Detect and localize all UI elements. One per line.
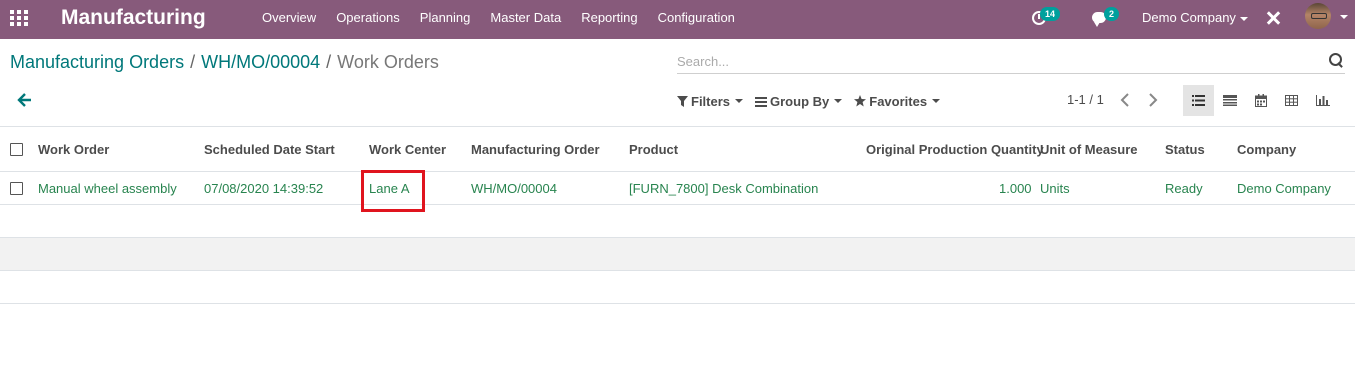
back-arrow-icon[interactable] xyxy=(17,92,35,110)
column-header-work-center[interactable]: Work Center xyxy=(369,142,446,157)
favorites-label: Favorites xyxy=(869,93,928,109)
group-by-button[interactable]: Group By xyxy=(755,93,843,109)
list-icon xyxy=(1192,95,1205,106)
cell-work-order: Manual wheel assembly xyxy=(38,181,177,196)
column-header-unit-of-measure[interactable]: Unit of Measure xyxy=(1040,142,1138,157)
breadcrumb-separator: / xyxy=(326,52,332,72)
chevron-down-icon xyxy=(1340,15,1348,19)
menu-master-data[interactable]: Master Data xyxy=(480,0,571,39)
column-header-work-order[interactable]: Work Order xyxy=(38,142,109,157)
cell-company: Demo Company xyxy=(1237,181,1331,196)
table-row[interactable]: Manual wheel assembly 07/08/2020 14:39:5… xyxy=(0,172,1355,205)
column-header-company[interactable]: Company xyxy=(1237,142,1296,157)
menu-planning[interactable]: Planning xyxy=(410,0,481,39)
breadcrumb: Manufacturing Orders / WH/MO/00004/Work Or… xyxy=(10,52,439,73)
column-header-scheduled-date-start[interactable]: Scheduled Date Start xyxy=(204,142,335,157)
top-navbar: Manufacturing Overview Operations Planni… xyxy=(0,0,1355,39)
filters-label: Filters xyxy=(691,93,731,109)
pager-previous-icon[interactable] xyxy=(1119,92,1133,108)
highlight-box xyxy=(361,170,425,212)
chevron-down-icon xyxy=(735,99,744,103)
chevron-down-icon xyxy=(932,99,941,103)
breadcrumb-mo[interactable]: WH/MO/00004 xyxy=(201,52,320,72)
filter-icon xyxy=(677,95,688,107)
row-checkbox[interactable] xyxy=(10,182,23,195)
empty-row xyxy=(0,271,1355,304)
calendar-view-button[interactable] xyxy=(1245,85,1276,116)
search-bar xyxy=(677,49,1345,74)
search-input[interactable] xyxy=(677,51,1307,71)
menu-reporting[interactable]: Reporting xyxy=(571,0,647,39)
work-orders-list: Work Order Scheduled Date Start Work Cen… xyxy=(0,126,1355,304)
pager-value[interactable]: 1-1 / 1 xyxy=(1067,92,1104,107)
avatar xyxy=(1305,3,1331,29)
gantt-view-button[interactable] xyxy=(1214,85,1245,116)
column-header-product[interactable]: Product xyxy=(629,142,678,157)
menu-overview[interactable]: Overview xyxy=(252,0,326,39)
chevron-down-icon xyxy=(1239,16,1248,21)
menu-operations[interactable]: Operations xyxy=(326,0,410,39)
search-options: Filters Group By Favorites xyxy=(677,92,952,110)
list-view-button[interactable] xyxy=(1183,85,1214,116)
breadcrumb-manufacturing-orders[interactable]: Manufacturing Orders xyxy=(10,52,184,72)
page-title: Work Orders xyxy=(337,52,439,72)
app-title[interactable]: Manufacturing xyxy=(61,4,206,32)
cell-original-production-quantity: 1.000 xyxy=(999,181,1032,196)
chevron-down-icon xyxy=(834,99,843,103)
activity-button[interactable]: 14 xyxy=(1032,7,1064,29)
debug-tools-icon[interactable] xyxy=(1265,10,1281,26)
column-header-manufacturing-order[interactable]: Manufacturing Order xyxy=(471,142,600,157)
favorites-button[interactable]: Favorites xyxy=(854,93,941,109)
group-by-label: Group By xyxy=(770,93,830,109)
pager-next-icon[interactable] xyxy=(1147,92,1161,108)
filters-button[interactable]: Filters xyxy=(677,93,744,109)
company-name: Demo Company xyxy=(1142,10,1236,25)
cell-manufacturing-order: WH/MO/00004 xyxy=(471,181,557,196)
messaging-button[interactable]: 2 xyxy=(1092,7,1124,29)
cell-status: Ready xyxy=(1165,181,1203,196)
table-header: Work Order Scheduled Date Start Work Cen… xyxy=(0,126,1355,172)
menu-configuration[interactable]: Configuration xyxy=(648,0,745,39)
cell-product: [FURN_7800] Desk Combination xyxy=(629,181,819,196)
gantt-icon xyxy=(1222,95,1237,106)
bars-icon xyxy=(755,96,768,107)
bar-chart-icon xyxy=(1315,95,1330,106)
column-header-original-production-quantity[interactable]: Original Production Quantity xyxy=(866,142,1044,157)
search-icon[interactable] xyxy=(1329,53,1343,67)
message-count-badge: 2 xyxy=(1104,7,1120,21)
table-icon xyxy=(1285,95,1298,106)
calendar-icon xyxy=(1254,94,1267,107)
graph-view-button[interactable] xyxy=(1307,85,1338,116)
apps-menu-icon[interactable] xyxy=(10,10,28,26)
empty-row xyxy=(0,238,1355,271)
user-menu[interactable] xyxy=(1305,3,1350,33)
cell-unit-of-measure: Units xyxy=(1040,181,1070,196)
column-header-status[interactable]: Status xyxy=(1165,142,1205,157)
view-switcher xyxy=(1183,85,1338,116)
main-menu: Overview Operations Planning Master Data… xyxy=(252,0,745,39)
company-switcher[interactable]: Demo Company xyxy=(1142,0,1248,36)
breadcrumb-separator: / xyxy=(190,52,196,72)
cell-scheduled-date-start: 07/08/2020 14:39:52 xyxy=(204,181,324,196)
empty-row xyxy=(0,205,1355,238)
star-icon xyxy=(854,95,867,107)
select-all-checkbox[interactable] xyxy=(10,143,23,156)
activity-count-badge: 14 xyxy=(1040,7,1061,21)
pivot-view-button[interactable] xyxy=(1276,85,1307,116)
